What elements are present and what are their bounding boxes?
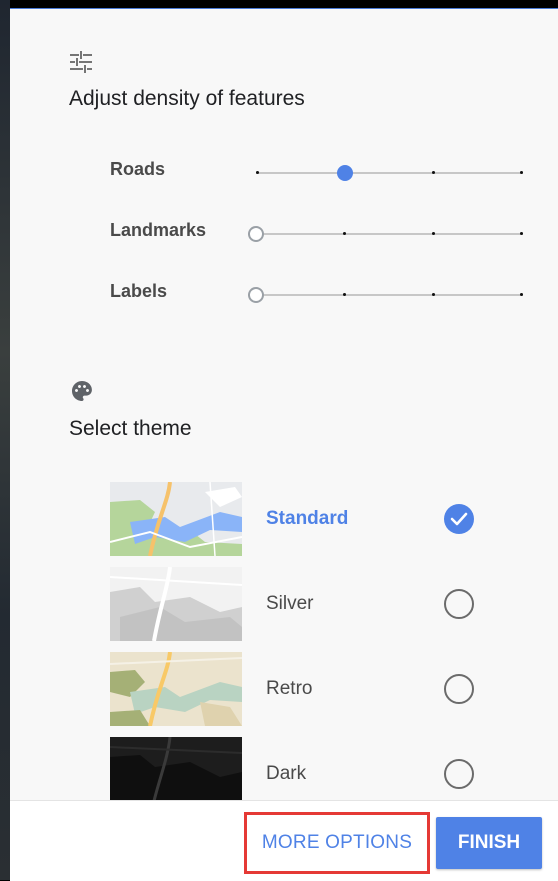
tune-sliders-icon	[70, 51, 92, 78]
theme-option-label: Standard	[266, 508, 349, 529]
dialog-footer: MORE OPTIONS FINISH	[10, 800, 558, 881]
slider-tick	[432, 293, 435, 296]
slider-tick	[520, 232, 523, 235]
theme-option-label: Retro	[266, 678, 313, 699]
slider-track	[248, 233, 523, 235]
slider-tick	[343, 293, 346, 296]
slider-track	[248, 294, 523, 296]
theme-option-label: Silver	[266, 593, 314, 614]
standard-map-thumbnail	[110, 482, 242, 556]
retro-map-thumbnail	[110, 652, 242, 726]
theme-option-silver[interactable]: Silver	[10, 567, 558, 645]
density-row-landmarks: Landmarks	[10, 220, 558, 260]
density-label: Labels	[110, 281, 168, 301]
density-label: Landmarks	[110, 220, 207, 240]
theme-option-label: Dark	[266, 763, 307, 784]
slider-thumb[interactable]	[248, 226, 264, 242]
slider-thumb[interactable]	[248, 287, 264, 303]
theme-option-retro[interactable]: Retro	[10, 652, 558, 730]
roads-density-slider[interactable]	[256, 163, 523, 183]
density-label: Roads	[110, 159, 166, 179]
more-options-button[interactable]: MORE OPTIONS	[244, 812, 430, 874]
slider-tick	[432, 171, 435, 174]
palette-icon	[70, 379, 94, 408]
check-icon	[450, 512, 468, 526]
theme-radio[interactable]	[444, 759, 474, 789]
slider-track	[256, 172, 523, 174]
theme-radio-selected[interactable]	[444, 504, 474, 534]
finish-button[interactable]: FINISH	[436, 817, 542, 869]
style-settings-panel: Adjust density of features Roads Landmar…	[10, 8, 558, 881]
density-section-title: Adjust density of features	[69, 87, 305, 110]
slider-thumb[interactable]	[337, 165, 353, 181]
silver-map-thumbnail	[110, 567, 242, 641]
density-row-roads: Roads	[10, 159, 558, 199]
slider-tick	[520, 293, 523, 296]
map-background-edge	[0, 0, 10, 880]
slider-tick	[256, 171, 259, 174]
labels-density-slider[interactable]	[248, 285, 523, 305]
slider-tick	[432, 232, 435, 235]
theme-radio[interactable]	[444, 674, 474, 704]
theme-section-title: Select theme	[69, 417, 192, 440]
landmarks-density-slider[interactable]	[248, 224, 523, 244]
density-row-labels: Labels	[10, 281, 558, 321]
dark-map-thumbnail	[110, 737, 242, 801]
slider-tick	[520, 171, 523, 174]
slider-tick	[343, 232, 346, 235]
theme-option-standard[interactable]: Standard	[10, 482, 558, 560]
theme-radio[interactable]	[444, 589, 474, 619]
